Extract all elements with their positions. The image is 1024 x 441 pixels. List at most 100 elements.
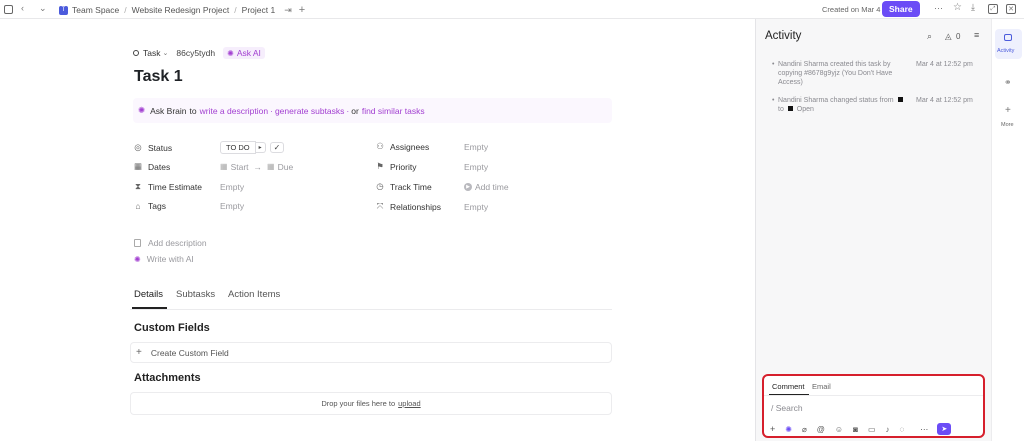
status-control: TO DO ▸ ✓ <box>220 141 285 154</box>
task-type-label: Task <box>143 48 161 58</box>
ask-brain-label: Ask Brain <box>150 105 187 116</box>
plus-icon[interactable]: + <box>770 424 775 434</box>
ask-ai-label: Ask AI <box>236 48 261 58</box>
ask-brain-banner: ✺ Ask Brain to write a description · gen… <box>133 98 612 123</box>
priority-value[interactable]: Empty <box>464 162 488 172</box>
forward-chevron-icon[interactable]: ⌄ <box>39 3 47 14</box>
field-relationships: ⤧ Relationships Empty <box>376 201 489 212</box>
link-icon[interactable]: ⚭ <box>1004 77 1012 88</box>
status-next-icon[interactable]: ▸ <box>255 142 266 153</box>
emoji-icon[interactable]: ☺ <box>835 425 843 434</box>
rail-activity-button[interactable]: Activity <box>995 29 1022 59</box>
tags-value[interactable]: Empty <box>220 201 244 211</box>
plus-icon[interactable]: + <box>1005 105 1011 116</box>
breadcrumb-website-redesign[interactable]: Website Redesign Project <box>132 5 230 15</box>
field-dates: ▦ Dates ▦ Start → ▦ Due <box>134 161 293 172</box>
composer-toolbar: + ✺ ⌀ @ ☺ ◙ ▭ ♪ ◌ ⋯ ➤ <box>770 423 978 435</box>
find-similar-tasks-link[interactable]: find similar tasks <box>362 106 425 116</box>
breadcrumb-project-1[interactable]: Project 1 <box>242 5 276 15</box>
due-date-icon: ▦ <box>267 162 275 171</box>
move-task-icon[interactable]: ⇥ <box>284 5 292 16</box>
more-options-icon[interactable]: ⋯ <box>920 425 928 434</box>
composer-tab-email[interactable]: Email <box>812 382 831 391</box>
field-priority: ⚑ Priority Empty <box>376 161 488 172</box>
download-icon[interactable]: ⤓ <box>971 2 975 13</box>
right-rail: Activity ⚭ + More <box>991 19 1024 441</box>
start-date-button[interactable]: Start <box>231 162 249 172</box>
activity-entry-1-text: Nandini Sharma created this task by copy… <box>778 61 893 86</box>
task-id[interactable]: 86cy5tydh <box>176 48 215 58</box>
ai-sparkle-icon[interactable]: ✺ <box>785 425 792 434</box>
attachments-dropzone[interactable]: Drop your files here to upload <box>130 392 612 415</box>
relationships-value[interactable]: Empty <box>464 202 488 212</box>
dates-label: Dates <box>148 161 171 172</box>
plus-icon: + <box>136 347 142 358</box>
relationships-icon: ⤧ <box>376 201 384 211</box>
more-options-icon[interactable]: ⋯ <box>934 3 943 14</box>
dot-separator: · <box>346 105 350 116</box>
write-description-link[interactable]: write a description <box>200 106 269 116</box>
mention-icon[interactable]: @ <box>817 425 825 434</box>
video-icon[interactable]: ▭ <box>868 425 876 434</box>
back-arrow-icon[interactable]: ‹ <box>21 3 24 13</box>
breadcrumb-team-space[interactable]: Team Space <box>72 5 119 15</box>
assignees-value[interactable]: Empty <box>464 142 488 152</box>
ask-ai-button[interactable]: ✺ Ask AI <box>223 47 265 59</box>
activity-bullet: • <box>772 97 775 104</box>
activity-entry-2-status: Open <box>796 106 814 113</box>
due-date-button[interactable]: Due <box>278 162 294 172</box>
favorite-star-icon[interactable]: ☆ <box>953 2 962 13</box>
comment-input[interactable]: / Search <box>771 403 976 413</box>
relationships-label: Relationships <box>390 201 442 212</box>
status-icon: ◎ <box>134 142 142 152</box>
activity-entry-1-time: Mar 4 at 12:52 pm <box>916 61 973 68</box>
tab-subtasks[interactable]: Subtasks <box>176 289 215 300</box>
sidebar-toggle-icon[interactable] <box>4 5 13 14</box>
document-icon <box>134 239 141 247</box>
track-time-control: ▶ Add time <box>464 182 509 192</box>
breadcrumb: T Team Space / Website Redesign Project … <box>59 4 305 16</box>
share-button[interactable]: Share <box>882 1 920 17</box>
task-title[interactable]: Task 1 <box>134 68 183 86</box>
status-button[interactable]: TO DO <box>220 141 256 154</box>
task-type-button[interactable]: Task ⌄ <box>133 48 168 58</box>
close-icon[interactable]: ✕ <box>1006 4 1016 14</box>
tag-icon: ⌂ <box>135 201 141 211</box>
task-main-panel: Task ⌄ 86cy5tydh ✺ Ask AI Task 1 ✺ Ask B… <box>0 19 755 441</box>
write-with-ai-button[interactable]: ✺ Write with AI <box>134 254 194 264</box>
start-date-icon: ▦ <box>220 162 228 171</box>
add-icon[interactable]: + <box>299 4 305 16</box>
notifications-bell-icon[interactable]: ◬ <box>945 31 952 42</box>
tab-action-items[interactable]: Action Items <box>228 289 280 300</box>
top-bar: ‹ ⌄ T Team Space / Website Redesign Proj… <box>0 0 1024 19</box>
attachment-icon[interactable]: ⌀ <box>802 425 807 434</box>
team-space-icon: T <box>59 5 68 15</box>
time-estimate-value[interactable]: Empty <box>220 182 244 192</box>
composer-tab-comment[interactable]: Comment <box>772 382 805 391</box>
search-icon[interactable]: ⌕ <box>927 31 932 42</box>
expand-icon[interactable]: ⤢ <box>988 4 998 14</box>
microphone-icon[interactable]: ♪ <box>886 425 890 434</box>
activity-title: Activity <box>765 30 802 42</box>
send-button[interactable]: ➤ <box>937 423 952 435</box>
tab-details[interactable]: Details <box>134 289 163 300</box>
filter-icon[interactable]: ≡ <box>974 30 979 40</box>
priority-label: Priority <box>390 161 417 172</box>
add-time-button[interactable]: Add time <box>475 182 509 192</box>
status-square-icon <box>787 106 793 111</box>
comment-composer: Comment Email / Search + ✺ ⌀ @ ☺ ◙ ▭ ♪ ◌… <box>762 374 985 438</box>
sticker-icon[interactable]: ◙ <box>853 425 858 434</box>
upload-link[interactable]: upload <box>398 399 421 408</box>
activity-entry-2-time: Mar 4 at 12:52 pm <box>916 97 973 104</box>
complete-check-icon[interactable]: ✓ <box>269 142 285 153</box>
ai-sparkle-icon: ✺ <box>134 254 141 264</box>
generate-subtasks-link[interactable]: generate subtasks <box>275 106 344 116</box>
add-description-button[interactable]: Add description <box>134 238 207 248</box>
track-time-label: Track Time <box>390 181 432 192</box>
activity-entry-2-text-b: to <box>778 106 784 113</box>
person-icon: ⚇ <box>376 141 384 151</box>
field-assignees: ⚇ Assignees Empty <box>376 141 488 152</box>
create-custom-field-button[interactable]: + Create Custom Field <box>130 342 612 363</box>
checklist-icon[interactable]: ◌ <box>900 425 905 434</box>
rail-more-label[interactable]: More <box>1001 122 1014 128</box>
